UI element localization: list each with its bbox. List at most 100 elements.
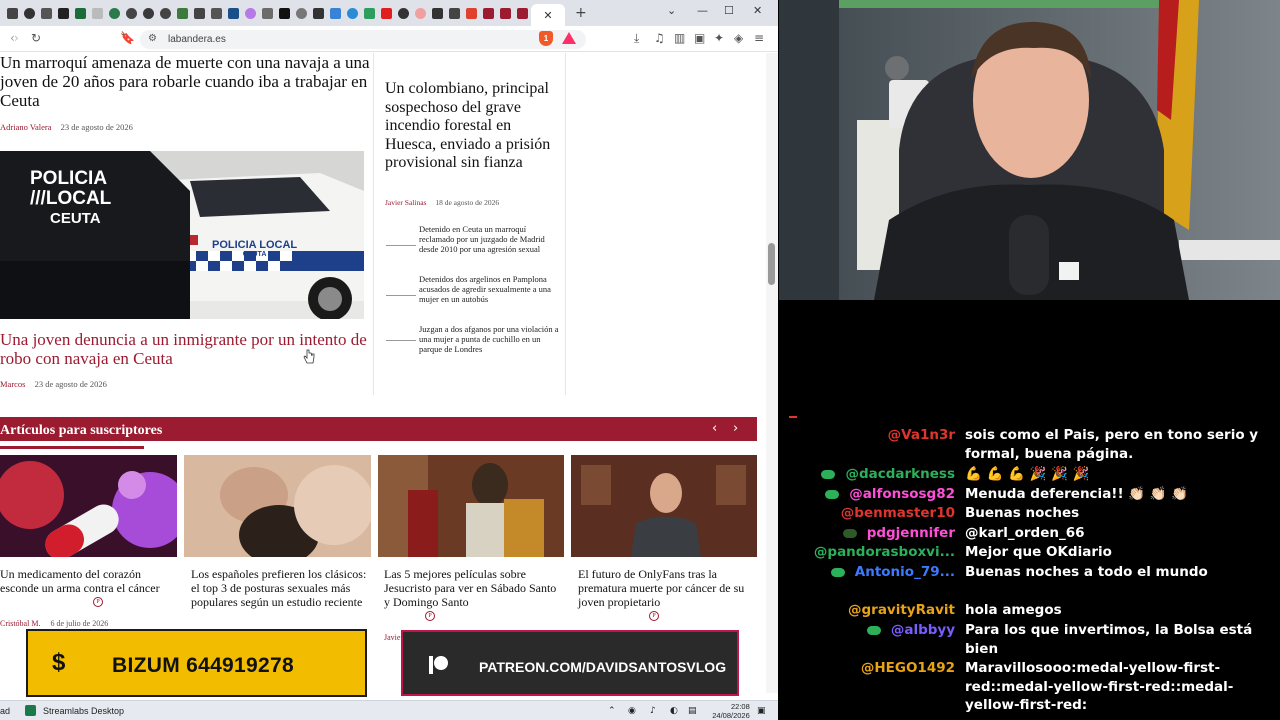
chat-username[interactable]: @HEGO1492 <box>861 659 955 678</box>
new-tab-icon[interactable]: + <box>575 5 587 21</box>
tab-icon[interactable] <box>449 7 460 19</box>
chat-text: Menuda deferencia!! 👏🏻 👏🏻 👏🏻 <box>965 486 1189 502</box>
chat-username[interactable]: @alfonsosg82 <box>825 485 955 504</box>
carousel-prev-icon[interactable]: ‹ <box>712 421 717 436</box>
author-link[interactable]: Marcos <box>0 379 26 389</box>
tab-icon[interactable] <box>381 7 392 19</box>
page-scrollbar[interactable] <box>766 53 778 693</box>
tray-chevron-icon[interactable]: ⌃ <box>608 706 616 716</box>
notification-icon[interactable]: ▣ <box>757 706 766 716</box>
vpn-icon[interactable]: ◈ <box>734 31 743 45</box>
chat-username[interactable]: @benmaster10 <box>841 504 955 523</box>
keyboard-icon[interactable]: ▤ <box>688 706 697 716</box>
tab-icon[interactable] <box>92 7 103 19</box>
main-headline-link[interactable]: Una joven denuncia a un inmigrante por u… <box>0 330 372 368</box>
tab-icon[interactable] <box>330 7 341 19</box>
tab-icon[interactable] <box>24 7 35 19</box>
related-link-2[interactable]: Detenidos dos argelinos en Pamplona acus… <box>419 274 559 304</box>
menu-icon[interactable]: ≡ <box>754 31 764 45</box>
active-tab[interactable]: ✕ <box>531 4 565 26</box>
system-clock[interactable]: 22:08 24/08/2026 <box>709 702 750 720</box>
card-image[interactable] <box>571 455 757 557</box>
tab-icon[interactable] <box>7 7 18 19</box>
minimize-icon[interactable]: — <box>697 4 708 17</box>
chat-badge-icon <box>821 469 836 479</box>
taskbar-app-label[interactable]: Streamlabs Desktop <box>43 706 124 716</box>
tab-icon[interactable] <box>517 7 528 19</box>
article-headline[interactable]: Un marroquí amenaza de muerte con una na… <box>0 53 372 110</box>
card-title-2[interactable]: Los españoles prefieren los clásicos: el… <box>191 567 367 609</box>
card-image[interactable] <box>378 455 564 557</box>
card-author[interactable]: Cristóbal M. <box>0 619 40 628</box>
tab-icon[interactable] <box>466 7 477 19</box>
card-image[interactable] <box>184 455 371 557</box>
tab-icon[interactable] <box>364 7 375 19</box>
reload-icon[interactable]: ↻ <box>31 31 41 45</box>
tab-icon[interactable] <box>262 7 273 19</box>
reader-icon[interactable]: ▥ <box>674 31 685 45</box>
close-tab-icon[interactable]: ✕ <box>543 9 552 22</box>
tab-icon[interactable] <box>58 7 69 19</box>
author-link[interactable]: Adriano Valera <box>0 122 52 132</box>
tab-list-icon[interactable]: ⌄ <box>667 4 676 17</box>
tab-icon[interactable] <box>245 7 256 19</box>
related-link-3[interactable]: Juzgan a dos afganos por una violación a… <box>419 324 559 354</box>
related-link-1[interactable]: Detenido en Ceuta un marroquí reclamado … <box>419 224 559 254</box>
mic-icon[interactable]: ♪ <box>650 706 656 716</box>
site-info-icon[interactable]: ⚙ <box>148 33 157 44</box>
download-icon[interactable]: ⤓ <box>634 31 639 46</box>
tab-icon[interactable] <box>228 7 239 19</box>
chat-username[interactable]: @Va1n3r <box>888 426 955 445</box>
tab-icon[interactable] <box>160 7 171 19</box>
tab-icon[interactable] <box>432 7 443 19</box>
chat-username[interactable]: @dacdarkness <box>821 465 955 484</box>
maximize-icon[interactable]: ☐ <box>724 4 734 17</box>
author-link[interactable]: Javier Salinas <box>385 198 426 207</box>
chat-username[interactable]: @pandorasboxvi... <box>814 543 955 562</box>
tab-icon[interactable] <box>415 7 426 19</box>
brave-shield-icon[interactable]: 1 <box>539 31 553 46</box>
rewards-icon[interactable] <box>562 32 576 44</box>
tab-icon[interactable] <box>500 7 511 19</box>
tab-icon[interactable] <box>194 7 205 19</box>
tab-icon[interactable] <box>177 7 188 19</box>
tab-icon[interactable] <box>483 7 494 19</box>
scrollbar-thumb[interactable] <box>768 243 775 285</box>
card-title-3[interactable]: Las 5 mejores películas sobre Jesucristo… <box>384 567 560 609</box>
card-title-1[interactable]: Un medicamento del corazón esconde un ar… <box>0 567 170 595</box>
streamlabs-icon[interactable] <box>25 705 36 716</box>
tab-icon[interactable] <box>398 7 409 19</box>
network-icon[interactable]: ◉ <box>628 706 636 716</box>
chat-username-text: Antonio_79... <box>854 564 955 580</box>
tab-icon[interactable] <box>347 7 358 19</box>
ai-icon[interactable]: ✦ <box>714 31 724 45</box>
media-icon[interactable]: ♫ <box>654 31 665 45</box>
bookmark-icon[interactable]: 🔖 <box>120 31 135 45</box>
card-title-4[interactable]: El futuro de OnlyFans tras la prematura … <box>578 567 748 609</box>
tab-icon[interactable] <box>126 7 137 19</box>
section-title[interactable]: Artículos para suscriptores <box>0 423 162 439</box>
tab-icon[interactable] <box>296 7 307 19</box>
premium-icon: P <box>425 611 435 621</box>
sidebar-headline[interactable]: Un colombiano, principal sospechoso del … <box>385 80 560 173</box>
tab-icon[interactable] <box>109 7 120 19</box>
chat-username[interactable]: pdgjennifer <box>842 524 955 543</box>
tab-icon[interactable] <box>41 7 52 19</box>
tab-icon[interactable] <box>143 7 154 19</box>
tab-icon[interactable] <box>313 7 324 19</box>
wallet-icon[interactable]: ▣ <box>694 31 705 45</box>
article-photo[interactable]: POLICIA ///LOCAL CEUTA POLICIA LOCAL CEU… <box>0 151 364 319</box>
close-window-icon[interactable]: ✕ <box>753 4 762 17</box>
carousel-next-icon[interactable]: › <box>733 421 738 436</box>
volume-icon[interactable]: ◐ <box>670 706 678 716</box>
tab-icon[interactable] <box>211 7 222 19</box>
tab-icon[interactable] <box>75 7 86 19</box>
chat-username[interactable]: @albbyy <box>866 621 955 640</box>
jesus-film-photo <box>378 455 564 557</box>
forward-arrow-icon[interactable]: › <box>14 31 19 45</box>
tab-icon[interactable] <box>279 7 290 19</box>
card-image[interactable] <box>0 455 177 557</box>
chat-username[interactable]: @gravityRavit <box>848 601 955 620</box>
onlyfans-founder-photo <box>571 455 757 557</box>
chat-username[interactable]: Antonio_79... <box>830 563 955 582</box>
